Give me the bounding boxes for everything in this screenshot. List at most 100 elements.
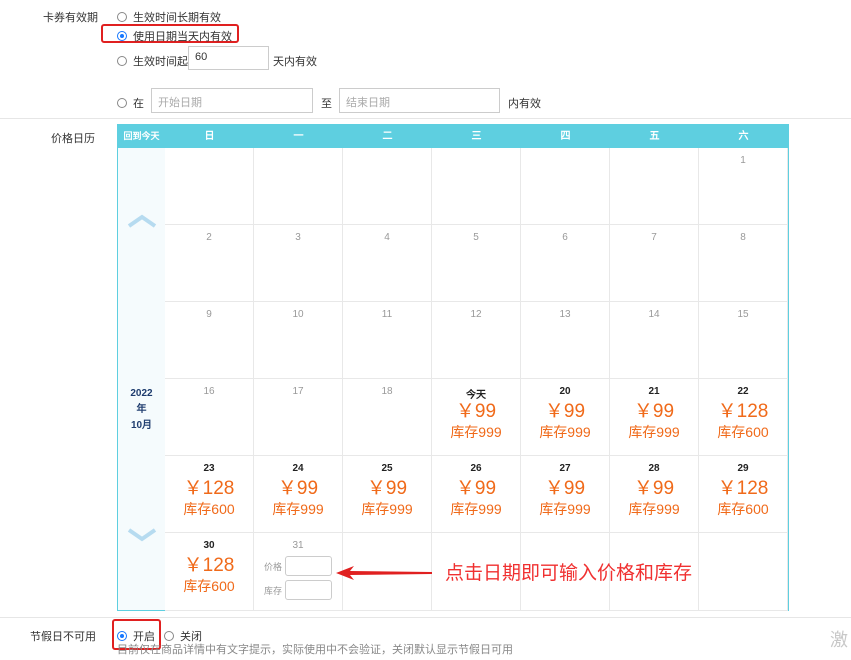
radio-icon[interactable] <box>117 98 127 108</box>
calendar-month: 10月 <box>130 420 153 431</box>
calendar-header: 回到今天 日 一 二 三 四 五 六 <box>118 125 788 148</box>
day-number: 14 <box>648 309 660 320</box>
stock-edit-label: 库存 <box>263 585 282 596</box>
radio-icon[interactable] <box>117 12 127 22</box>
calendar-day-cell[interactable]: 16 <box>165 379 254 456</box>
day-stock: 库存999 <box>539 424 591 440</box>
validity-option-label: 使用日期当天内有效 <box>133 31 232 43</box>
calendar-day-cell[interactable]: 9 <box>165 302 254 379</box>
section-divider <box>0 617 851 618</box>
day-price: ￥99 <box>366 478 408 499</box>
back-to-today-button[interactable]: 回到今天 <box>118 125 165 148</box>
date-range-suffix: 内有效 <box>508 98 541 110</box>
price-calendar-label: 价格日历 <box>51 133 95 145</box>
validity-days-input[interactable]: 60 <box>188 46 269 70</box>
day-number: 6 <box>562 232 568 243</box>
calendar-day-cell[interactable]: 18 <box>343 379 432 456</box>
calendar-day-cell[interactable]: 12 <box>432 302 521 379</box>
day-price: ￥99 <box>633 401 675 422</box>
arrow-left-icon <box>336 566 432 580</box>
day-stock: 库存999 <box>539 501 591 517</box>
validity-option-date-range[interactable]: 在 <box>117 95 144 111</box>
day-stock: 库存600 <box>717 424 769 440</box>
day-number: 5 <box>473 232 479 243</box>
price-edit-label: 价格 <box>263 561 282 572</box>
calendar-day-cell[interactable]: 2 <box>165 225 254 302</box>
weekday-header: 三 <box>471 131 482 142</box>
calendar-day-cell[interactable]: 7 <box>610 225 699 302</box>
calendar-day-cell[interactable]: 21 ￥99 库存999 <box>610 379 699 456</box>
radio-icon[interactable] <box>164 631 174 641</box>
calendar-day-cell[interactable]: 27 ￥99 库存999 <box>521 456 610 533</box>
day-number: 13 <box>559 309 571 320</box>
calendar-day-cell[interactable]: 4 <box>343 225 432 302</box>
calendar-day-cell[interactable]: 今天 ￥99 库存999 <box>432 379 521 456</box>
radio-selected-icon[interactable] <box>117 631 127 641</box>
calendar-day-cell[interactable]: 6 <box>521 225 610 302</box>
calendar-day-cell[interactable]: 29 ￥128 库存600 <box>699 456 788 533</box>
day-number: 21 <box>648 386 660 397</box>
calendar-day-cell[interactable]: 14 <box>610 302 699 379</box>
calendar-day-cell[interactable]: 20 ￥99 库存999 <box>521 379 610 456</box>
calendar-day-cell[interactable]: 11 <box>343 302 432 379</box>
calendar-day-cell[interactable]: 23 ￥128 库存600 <box>165 456 254 533</box>
day-price: ￥99 <box>544 401 586 422</box>
validity-option-days-after[interactable]: 生效时间起 <box>117 53 188 69</box>
day-stock: 库存999 <box>628 501 680 517</box>
validity-days-suffix: 天内有效 <box>273 56 317 68</box>
day-stock: 库存999 <box>272 501 324 517</box>
calendar-day-cell[interactable]: 10 <box>254 302 343 379</box>
day-stock: 库存600 <box>183 578 235 594</box>
calendar-day-cell[interactable]: 25 ￥99 库存999 <box>343 456 432 533</box>
section-divider <box>0 118 851 119</box>
day-number: 17 <box>292 386 304 397</box>
calendar-day-cell[interactable]: 31 价格 库存 <box>254 533 343 611</box>
stock-edit-row: 库存 <box>254 580 342 600</box>
calendar-day-cell[interactable]: 30 ￥128 库存600 <box>165 533 254 611</box>
day-number: 4 <box>384 232 390 243</box>
calendar-day-cell[interactable]: 22 ￥128 库存600 <box>699 379 788 456</box>
validity-option-label: 生效时间起 <box>133 56 188 68</box>
calendar-day-cell[interactable]: 5 <box>432 225 521 302</box>
stock-edit-input[interactable] <box>285 580 332 600</box>
day-price: ￥128 <box>183 478 235 499</box>
day-number: 22 <box>737 386 749 397</box>
chevron-down-icon[interactable] <box>127 528 157 542</box>
annotation-text: 点击日期即可输入价格和库存 <box>445 563 693 584</box>
radio-icon[interactable] <box>117 56 127 66</box>
day-stock: 库存999 <box>628 424 680 440</box>
day-number: 10 <box>292 309 304 320</box>
calendar-day-cell[interactable]: 13 <box>521 302 610 379</box>
calendar-day-cell <box>343 148 432 225</box>
price-calendar: 回到今天 日一二三四五六 2022 年 10月 1 2 3 4 5 6 7 8 9 10 11 12 1… <box>117 124 789 611</box>
weekday-header: 一 <box>293 131 304 142</box>
day-price: ￥99 <box>455 401 497 422</box>
calendar-day-cell[interactable]: 24 ￥99 库存999 <box>254 456 343 533</box>
day-number: 1 <box>740 155 746 166</box>
validity-option-long-term[interactable]: 生效时间长期有效 <box>117 9 221 25</box>
day-number: 24 <box>292 463 304 474</box>
chevron-up-icon[interactable] <box>127 214 157 228</box>
calendar-day-cell[interactable]: 3 <box>254 225 343 302</box>
calendar-day-cell[interactable]: 1 <box>699 148 788 225</box>
calendar-day-cell[interactable]: 15 <box>699 302 788 379</box>
calendar-day-cell[interactable]: 8 <box>699 225 788 302</box>
day-number: 8 <box>740 232 746 243</box>
calendar-year-unit: 年 <box>136 404 147 415</box>
day-number: 30 <box>203 540 215 551</box>
radio-selected-icon[interactable] <box>117 31 127 41</box>
calendar-day-cell[interactable]: 17 <box>254 379 343 456</box>
day-stock: 库存999 <box>450 501 502 517</box>
price-edit-input[interactable] <box>285 556 332 576</box>
calendar-day-cell <box>432 148 521 225</box>
validity-option-same-day[interactable]: 使用日期当天内有效 <box>117 28 232 44</box>
date-range-separator: 至 <box>321 98 332 110</box>
day-number: 11 <box>381 309 393 320</box>
start-date-input[interactable]: 开始日期 <box>151 88 313 113</box>
calendar-day-cell[interactable]: 26 ￥99 库存999 <box>432 456 521 533</box>
day-stock: 库存600 <box>717 501 769 517</box>
calendar-day-cell[interactable]: 28 ￥99 库存999 <box>610 456 699 533</box>
day-number: 18 <box>381 386 393 397</box>
validity-label: 卡券有效期 <box>43 12 98 24</box>
end-date-input[interactable]: 结束日期 <box>339 88 500 113</box>
